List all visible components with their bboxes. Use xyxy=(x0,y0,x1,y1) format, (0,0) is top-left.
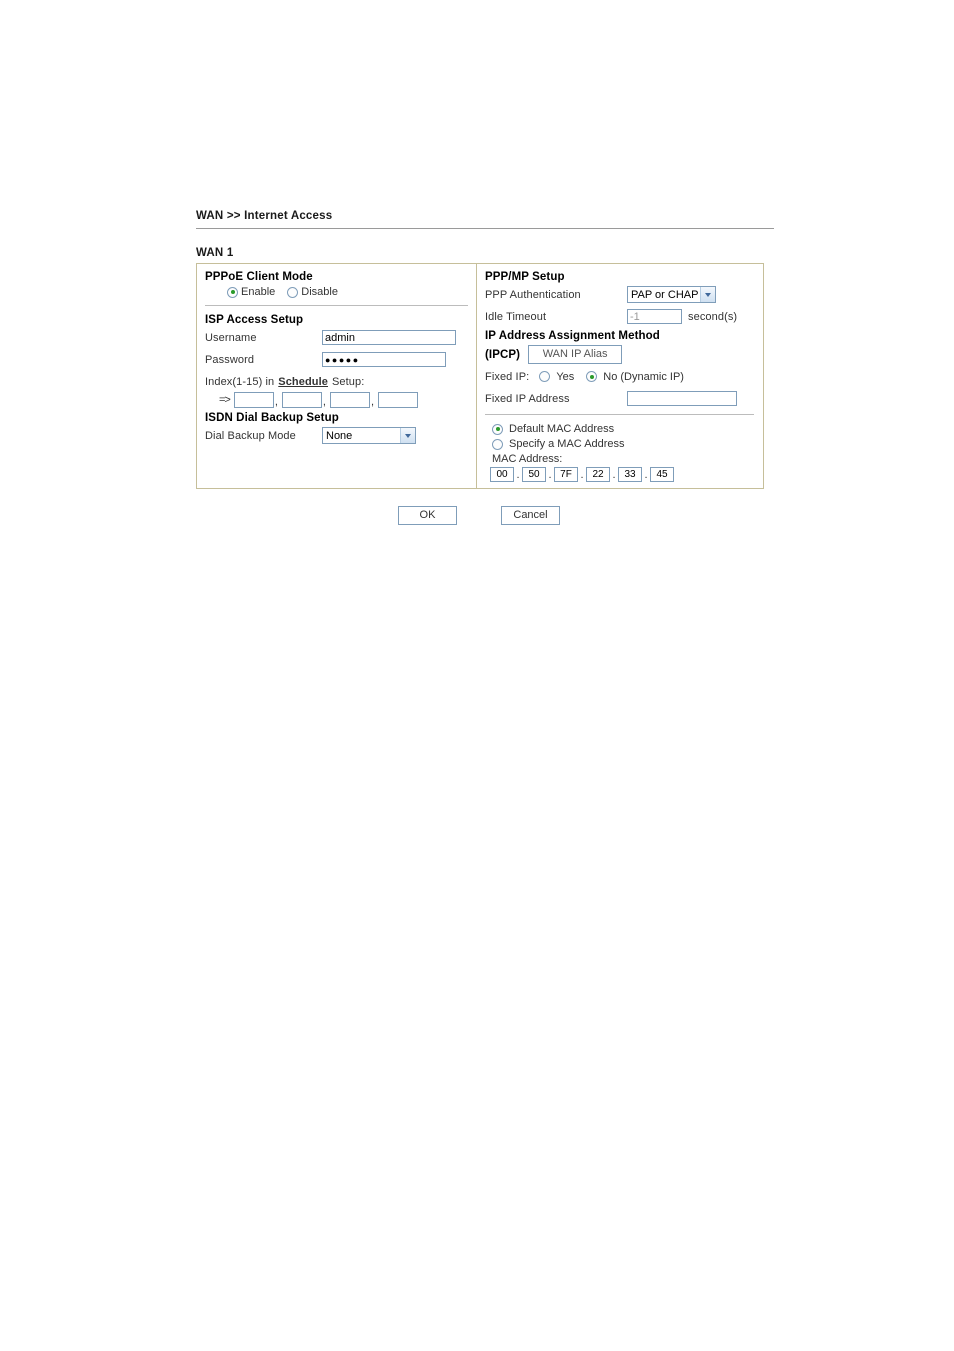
idle-timeout-label: Idle Timeout xyxy=(485,310,547,323)
ip-assignment-title: IP Address Assignment Method xyxy=(485,330,660,342)
username-input[interactable]: admin xyxy=(322,330,456,345)
fixed-ip-row: Fixed IP: Yes No (Dynamic IP) xyxy=(485,368,754,385)
page-content: WAN >> Internet Access WAN 1 PPPoE Clien… xyxy=(196,210,776,525)
breadcrumb-leaf: Internet Access xyxy=(244,210,333,222)
dial-backup-mode-label: Dial Backup Mode xyxy=(205,429,296,442)
pppoe-mode-radio-group: Enable Disable xyxy=(227,286,468,298)
radio-icon-enable[interactable] xyxy=(227,286,238,298)
pppoe-disable-option[interactable]: Disable xyxy=(287,286,338,298)
pppoe-client-mode-title: PPPoE Client Mode xyxy=(205,271,313,283)
default-mac-option[interactable]: Default MAC Address xyxy=(492,423,754,435)
password-input[interactable]: ●●●●● xyxy=(322,352,446,367)
ppp-authentication-value: PAP or CHAP xyxy=(631,288,699,301)
ipcp-row: (IPCP) WAN IP Alias xyxy=(485,345,754,364)
right-column: PPP/MP Setup PPP Authentication PAP or C… xyxy=(477,264,762,488)
mac-octet-1[interactable]: 00 xyxy=(490,467,514,482)
mac-octet-5[interactable]: 33 xyxy=(618,467,642,482)
dial-backup-mode-select[interactable]: None xyxy=(322,427,416,444)
fixed-ip-address-row: Fixed IP Address xyxy=(485,390,754,407)
schedule-separator-1: , xyxy=(274,396,278,408)
schedule-prefix-label: Index(1-15) in xyxy=(205,375,275,388)
schedule-separator-2: , xyxy=(322,396,326,408)
schedule-input-4[interactable] xyxy=(378,392,419,408)
password-label: Password xyxy=(205,353,255,366)
idle-timeout-unit-label: second(s) xyxy=(688,310,738,323)
fixed-ip-label: Fixed IP: xyxy=(485,370,530,383)
chevron-down-icon[interactable] xyxy=(700,287,716,302)
mac-octet-4[interactable]: 22 xyxy=(586,467,610,482)
pppoe-enable-label: Enable xyxy=(241,286,276,298)
specify-mac-option[interactable]: Specify a MAC Address xyxy=(492,438,754,450)
schedule-input-3[interactable] xyxy=(329,392,370,408)
ipcp-label: (IPCP) xyxy=(485,348,521,361)
dial-backup-mode-row: Dial Backup Mode None xyxy=(205,427,468,444)
isp-access-setup-title: ISP Access Setup xyxy=(205,314,304,326)
form-actions: OK Cancel xyxy=(196,506,762,525)
radio-icon-fixed-ip-no[interactable] xyxy=(586,371,598,382)
ppp-mp-setup-title: PPP/MP Setup xyxy=(485,271,565,283)
username-row: Username admin xyxy=(205,329,468,346)
ok-button[interactable]: OK xyxy=(398,506,457,525)
ppp-authentication-row: PPP Authentication PAP or CHAP xyxy=(485,286,754,303)
mac-octet-6[interactable]: 45 xyxy=(650,467,674,482)
mac-separator-1: . xyxy=(516,468,520,481)
schedule-suffix-label: Setup: xyxy=(332,375,365,388)
mac-octet-3[interactable]: 7F xyxy=(554,467,578,482)
mac-separator-2: . xyxy=(548,468,552,481)
schedule-link[interactable]: Schedule xyxy=(278,376,328,388)
idle-timeout-row: Idle Timeout -1 second(s) xyxy=(485,308,754,325)
wan-ip-alias-button[interactable]: WAN IP Alias xyxy=(528,345,623,364)
left-column: PPPoE Client Mode Enable Disable ISP Acc… xyxy=(197,264,477,488)
schedule-label-row: Index(1-15) in Schedule Setup: xyxy=(205,373,468,390)
fixed-ip-yes-label: Yes xyxy=(556,370,575,383)
wan-settings-panel: PPPoE Client Mode Enable Disable ISP Acc… xyxy=(196,263,764,489)
right-divider-1 xyxy=(485,414,754,415)
username-label: Username xyxy=(205,331,257,344)
mac-octet-2[interactable]: 50 xyxy=(522,467,546,482)
fixed-ip-yes-option[interactable]: Yes xyxy=(539,371,574,383)
mac-separator-3: . xyxy=(580,468,584,481)
fixed-ip-address-input[interactable] xyxy=(627,391,737,406)
chevron-down-icon[interactable] xyxy=(400,428,415,443)
schedule-separator-3: , xyxy=(370,396,375,408)
radio-icon-default-mac[interactable] xyxy=(492,423,503,435)
pppoe-disable-label: Disable xyxy=(301,286,338,298)
radio-icon-disable[interactable] xyxy=(287,286,299,298)
mac-separator-5: . xyxy=(644,468,648,481)
breadcrumb-separator: >> xyxy=(226,210,241,222)
fixed-ip-no-option[interactable]: No (Dynamic IP) xyxy=(586,371,684,383)
wan-label: WAN 1 xyxy=(196,247,234,259)
ppp-authentication-select[interactable]: PAP or CHAP xyxy=(627,286,716,303)
fixed-ip-no-label: No (Dynamic IP) xyxy=(603,370,684,383)
specify-mac-label: Specify a MAC Address xyxy=(509,438,625,450)
breadcrumb-rule xyxy=(196,228,774,229)
idle-timeout-input[interactable]: -1 xyxy=(627,309,682,324)
cancel-button[interactable]: Cancel xyxy=(501,506,560,525)
password-row: Password ●●●●● xyxy=(205,351,468,368)
breadcrumb: WAN >> Internet Access xyxy=(196,210,776,228)
mac-address-row: 00 . 50 . 7F . 22 . 33 . 45 xyxy=(490,467,754,482)
schedule-input-2[interactable] xyxy=(281,392,322,408)
left-divider-1 xyxy=(205,305,468,306)
schedule-input-1[interactable] xyxy=(233,392,274,408)
default-mac-label: Default MAC Address xyxy=(509,423,615,435)
breadcrumb-root[interactable]: WAN xyxy=(196,210,223,222)
dial-backup-mode-value: None xyxy=(326,429,353,442)
ppp-authentication-label: PPP Authentication xyxy=(485,288,581,301)
mac-address-label: MAC Address: xyxy=(492,453,563,465)
radio-icon-specify-mac[interactable] xyxy=(492,438,503,450)
mac-separator-4: . xyxy=(612,468,616,481)
radio-icon-fixed-ip-yes[interactable] xyxy=(539,371,551,382)
fixed-ip-address-label: Fixed IP Address xyxy=(485,392,570,405)
schedule-arrow-label: => xyxy=(219,394,231,406)
isdn-dial-backup-title: ISDN Dial Backup Setup xyxy=(205,412,339,424)
pppoe-enable-option[interactable]: Enable xyxy=(227,286,275,298)
schedule-inputs-row: => , , , xyxy=(205,392,468,408)
